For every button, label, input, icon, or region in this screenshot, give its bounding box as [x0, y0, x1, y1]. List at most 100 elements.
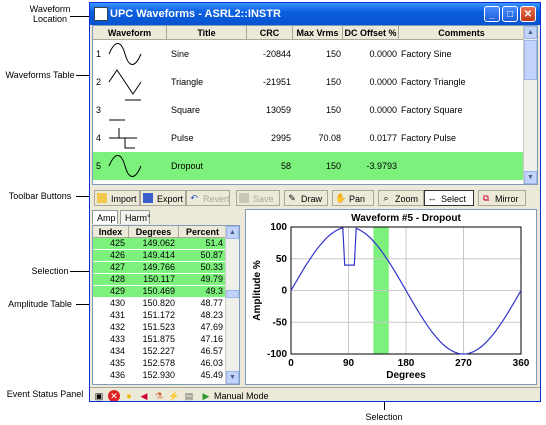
- amp-scroll-up-button[interactable]: ▲: [226, 226, 239, 239]
- scroll-up-button[interactable]: ▲: [524, 26, 537, 39]
- col-degrees[interactable]: Degrees: [129, 226, 179, 238]
- amplitude-row[interactable]: 428 150.117 49.79: [93, 274, 227, 285]
- col-crc[interactable]: CRC: [247, 26, 293, 40]
- amp-percent: 51.4: [205, 238, 223, 248]
- amplitude-row[interactable]: 429 150.469 49.3: [93, 286, 227, 297]
- tab-amp[interactable]: Amp: [92, 210, 118, 224]
- amplitude-row[interactable]: 433 151.875 47.16: [93, 334, 227, 345]
- save-button[interactable]: Save: [236, 190, 280, 206]
- import-button[interactable]: Import: [94, 190, 140, 206]
- col-comments[interactable]: Comments: [399, 26, 525, 40]
- col-index[interactable]: Index: [93, 226, 129, 238]
- scroll-down-button[interactable]: ▼: [524, 171, 537, 184]
- error-icon[interactable]: ✕: [108, 390, 120, 401]
- amp-percent: 47.69: [200, 322, 223, 332]
- y-tick-label: 0: [281, 286, 287, 297]
- waveform-chart[interactable]: 0 90 180 270 360 100 50 0 -50 -100 Waveform #5 - D…: [245, 209, 537, 385]
- row-dc-offset: 0.0177: [369, 133, 397, 143]
- amp-index: 436: [109, 370, 125, 380]
- toolbar: Import Export ↶ Revert Save ✎ Draw ✋ Pan ⌕ Z…: [90, 188, 540, 208]
- select-button[interactable]: ↔ Select: [424, 190, 474, 206]
- undo-icon: ↶: [190, 193, 198, 203]
- amp-index: 425: [109, 238, 125, 248]
- amp-percent: 46.57: [200, 346, 223, 356]
- scroll-thumb[interactable]: [524, 40, 537, 80]
- row-index: 5: [96, 161, 102, 171]
- amp-percent: 48.77: [200, 298, 223, 308]
- amp-percent: 50.33: [200, 262, 223, 272]
- amplitude-row[interactable]: 434 152.227 46.57: [93, 346, 227, 357]
- amp-degrees: 151.172: [142, 310, 175, 320]
- panel-icon[interactable]: ▤: [183, 390, 195, 401]
- amp-percent: 45.49: [200, 370, 223, 380]
- row-comments: [401, 152, 525, 180]
- amp-index: 431: [109, 310, 125, 320]
- amplitude-row[interactable]: 436 152.930 45.49: [93, 370, 227, 381]
- flask-icon[interactable]: ⚗: [153, 390, 165, 401]
- row-crc: -20844: [262, 49, 291, 59]
- row-comments: Factory Square: [401, 105, 463, 115]
- amp-scroll-thumb[interactable]: [226, 290, 239, 298]
- hand-icon: ✋: [335, 193, 347, 203]
- amp-index: 429: [109, 286, 125, 296]
- waveforms-scrollbar[interactable]: ▲ ▼: [523, 26, 537, 184]
- amp-scroll-down-button[interactable]: ▼: [226, 371, 239, 384]
- amp-index: 434: [109, 346, 125, 356]
- row-comments: Factory Triangle: [401, 77, 466, 87]
- chart-svg[interactable]: 0 90 180 270 360 100 50 0 -50 -100 Waveform #5 - D…: [246, 210, 536, 384]
- pan-button[interactable]: ✋ Pan: [332, 190, 374, 206]
- title-bar[interactable]: UPC Waveforms - ASRL2::INSTR _ □ ✕: [90, 3, 540, 25]
- amplitude-row[interactable]: 430 150.820 48.77: [93, 298, 227, 309]
- amplitude-row[interactable]: 431 151.172 48.23: [93, 310, 227, 321]
- row-crc: 58: [280, 161, 291, 171]
- table-row[interactable]: 3 Square 13059 150 0.0000 Factory Square: [93, 96, 525, 124]
- amplitude-row[interactable]: 425 149.062 51.4: [93, 238, 227, 249]
- col-dc-offset[interactable]: DC Offset %: [343, 26, 399, 40]
- waveforms-table[interactable]: Waveform Title CRC Max Vrms DC Offset % …: [92, 25, 538, 185]
- lightbulb-icon[interactable]: ●: [123, 390, 135, 401]
- amplitude-row[interactable]: 435 152.578 46.03: [93, 358, 227, 369]
- mirror-button[interactable]: ⧉ Mirror: [478, 190, 526, 206]
- table-row[interactable]: 4 Pulse 2995 70.08 0.0177 Factory Pulse: [93, 124, 525, 152]
- camera-icon[interactable]: ▣: [93, 390, 105, 401]
- maximize-button[interactable]: □: [502, 6, 518, 22]
- mirror-label: Mirror: [495, 194, 519, 204]
- speaker-icon[interactable]: ◀: [138, 390, 150, 401]
- amp-degrees: 152.227: [142, 346, 175, 356]
- col-waveform[interactable]: Waveform: [93, 26, 167, 40]
- lightning-icon[interactable]: ⚡: [168, 390, 180, 401]
- amp-percent: 48.23: [200, 310, 223, 320]
- export-button[interactable]: Export: [140, 190, 186, 206]
- y-axis-label: Amplitude %: [252, 260, 263, 321]
- callout-selection-bottom: Selection: [365, 412, 403, 422]
- amplitude-row[interactable]: 426 149.414 50.87: [93, 250, 227, 261]
- row-index: 1: [96, 49, 102, 59]
- close-button[interactable]: ✕: [520, 6, 536, 22]
- y-tick-label: 50: [276, 254, 288, 265]
- amplitude-table[interactable]: Index Degrees Percent 425 149.062 51.4 426 1…: [92, 225, 240, 385]
- tab-harm[interactable]: Harm°: [120, 210, 151, 224]
- table-row[interactable]: 5 Dropout 58 150 -3.9793: [93, 152, 525, 180]
- table-row[interactable]: 1 Sine -20844 150 0.0000 Factory Sine: [93, 40, 525, 68]
- col-max-vrms[interactable]: Max Vrms: [293, 26, 343, 40]
- square-wave-icon: [109, 99, 141, 121]
- col-percent[interactable]: Percent: [179, 226, 227, 238]
- row-index: 4: [96, 133, 102, 143]
- amplitude-row[interactable]: 432 151.523 47.69: [93, 322, 227, 333]
- amp-percent: 49.79: [200, 274, 223, 284]
- revert-button[interactable]: ↶ Revert: [186, 190, 230, 206]
- amplitude-scrollbar[interactable]: ▲ ▼: [225, 226, 239, 384]
- amp-degrees: 149.766: [142, 262, 175, 272]
- row-index: 2: [96, 77, 102, 87]
- minimize-button[interactable]: _: [484, 6, 500, 22]
- draw-button[interactable]: ✎ Draw: [284, 190, 328, 206]
- row-comments: Factory Sine: [401, 49, 452, 59]
- save-icon: [239, 193, 249, 203]
- col-title[interactable]: Title: [167, 26, 247, 40]
- callout-amplitude-table: Amplitude Table: [8, 299, 72, 309]
- table-row[interactable]: 2 Triangle -21951 150 0.0000 Factory Triangle: [93, 68, 525, 96]
- zoom-button[interactable]: ⌕ Zoom: [378, 190, 424, 206]
- amp-index: 428: [109, 274, 125, 284]
- amplitude-row[interactable]: 427 149.766 50.33: [93, 262, 227, 273]
- callout-event-status-panel: Event Status Panel: [6, 389, 84, 399]
